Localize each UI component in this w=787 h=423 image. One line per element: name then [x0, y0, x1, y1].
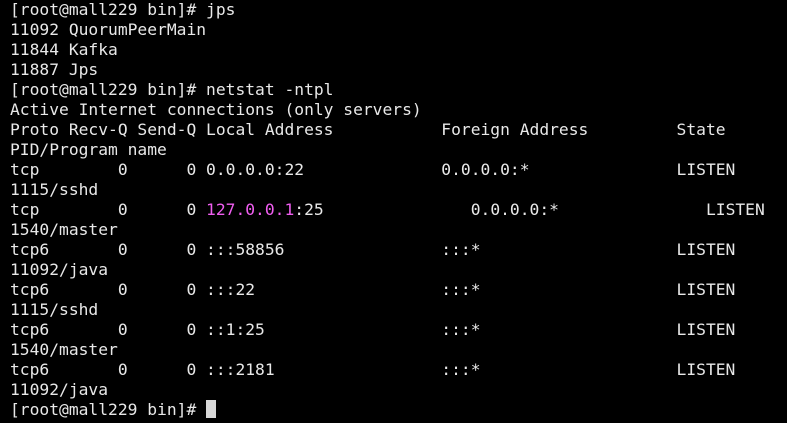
terminal-line: 1540/master: [10, 220, 787, 240]
terminal-text: 11844 Kafka: [10, 40, 118, 59]
terminal-text: Proto Recv-Q Send-Q Local Address Foreig…: [10, 120, 726, 139]
terminal-line: PID/Program name: [10, 140, 787, 160]
terminal-line: tcp 0 0 127.0.0.1:25 0.0.0.0:* LISTEN: [10, 200, 787, 220]
highlighted-ip-text: 127.0.0.1: [206, 200, 295, 219]
terminal-text: tcp6 0 0 :::58856 :::* LISTEN: [10, 240, 736, 259]
terminal-text: tcp6 0 0 ::1:25 :::* LISTEN: [10, 320, 736, 339]
terminal-text: 11092/java: [10, 260, 109, 279]
terminal-line: Proto Recv-Q Send-Q Local Address Foreig…: [10, 120, 787, 140]
terminal-line: [root@mall229 bin]# jps: [10, 0, 787, 20]
terminal-line: 11092/java: [10, 380, 787, 400]
terminal-line: tcp6 0 0 :::2181 :::* LISTEN: [10, 360, 787, 380]
shell-prompt: [root@mall229 bin]#: [10, 400, 207, 419]
terminal-line: tcp6 0 0 ::1:25 :::* LISTEN: [10, 320, 787, 340]
terminal-line: 11844 Kafka: [10, 40, 787, 60]
terminal-text: tcp6 0 0 :::2181 :::* LISTEN: [10, 360, 736, 379]
terminal-line: 11092 QuorumPeerMain: [10, 20, 787, 40]
terminal-text: [root@mall229 bin]# jps: [10, 0, 236, 19]
terminal-line: tcp6 0 0 :::22 :::* LISTEN: [10, 280, 787, 300]
terminal-text: 1540/master: [10, 340, 118, 359]
terminal-window[interactable]: [root@mall229 bin]# jps 11092 QuorumPeerM…: [0, 0, 787, 423]
terminal-line: Active Internet connections (only server…: [10, 100, 787, 120]
terminal-prompt-line[interactable]: [root@mall229 bin]#: [10, 400, 787, 420]
terminal-line: 1115/sshd: [10, 300, 787, 320]
terminal-output: [root@mall229 bin]# jps 11092 QuorumPeerM…: [10, 0, 787, 400]
terminal-text: Active Internet connections (only server…: [10, 100, 422, 119]
terminal-text: PID/Program name: [10, 140, 167, 159]
terminal-text: 11887 Jps: [10, 60, 99, 79]
terminal-text: 11092 QuorumPeerMain: [10, 20, 207, 39]
terminal-line: 1115/sshd: [10, 180, 787, 200]
terminal-text: tcp 0 0: [10, 200, 207, 219]
terminal-text: 1115/sshd: [10, 180, 99, 199]
terminal-text: 11092/java: [10, 380, 109, 399]
terminal-text: tcp6 0 0 :::22 :::* LISTEN: [10, 280, 736, 299]
terminal-line: 1540/master: [10, 340, 787, 360]
terminal-text: :25 0.0.0.0:* LISTEN: [294, 200, 765, 219]
terminal-line: tcp6 0 0 :::58856 :::* LISTEN: [10, 240, 787, 260]
terminal-text: 1115/sshd: [10, 300, 99, 319]
text-cursor: [206, 400, 217, 418]
terminal-line: 11887 Jps: [10, 60, 787, 80]
terminal-line: tcp 0 0 0.0.0.0:22 0.0.0.0:* LISTEN: [10, 160, 787, 180]
terminal-text: 1540/master: [10, 220, 118, 239]
terminal-text: [root@mall229 bin]# netstat -ntpl: [10, 80, 334, 99]
terminal-line: [root@mall229 bin]# netstat -ntpl: [10, 80, 787, 100]
terminal-line: 11092/java: [10, 260, 787, 280]
terminal-text: tcp 0 0 0.0.0.0:22 0.0.0.0:* LISTEN: [10, 160, 736, 179]
